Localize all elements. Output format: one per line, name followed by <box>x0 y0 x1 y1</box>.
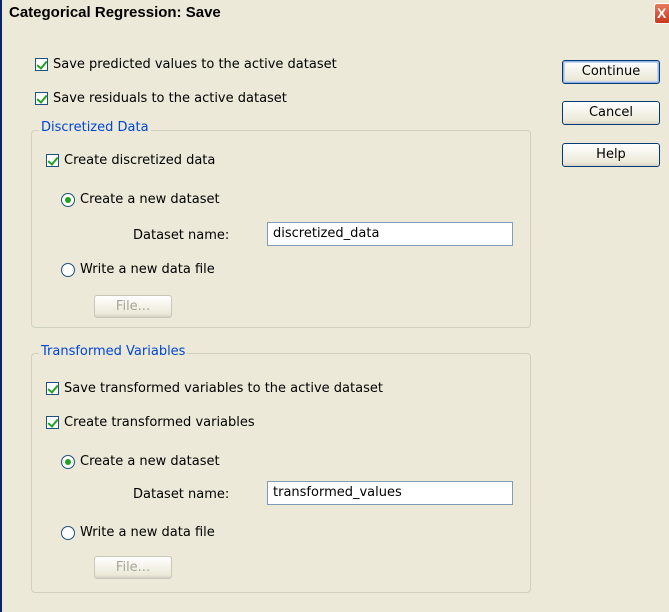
discretized-new-dataset-option[interactable]: Create a new dataset <box>61 192 220 207</box>
transformed-write-file-option[interactable]: Write a new data file <box>61 525 215 540</box>
save-transformed-label: Save transformed variables to the active… <box>64 381 383 396</box>
save-residuals-label: Save residuals to the active dataset <box>53 91 287 106</box>
title-bar[interactable]: Categorical Regression: Save X <box>2 0 669 25</box>
discretized-dataset-name-input[interactable]: discretized_data <box>267 222 513 246</box>
create-discretized-option[interactable]: Create discretized data <box>46 153 215 168</box>
save-residuals-option[interactable]: Save residuals to the active dataset <box>35 91 287 106</box>
discretized-write-file-label: Write a new data file <box>80 262 215 277</box>
discretized-write-file-option[interactable]: Write a new data file <box>61 262 215 277</box>
discretized-new-dataset-label: Create a new dataset <box>80 192 220 207</box>
transformed-file-button[interactable]: File... <box>94 556 172 579</box>
help-button[interactable]: Help <box>562 143 660 167</box>
transformed-dataset-name-input[interactable]: transformed_values <box>267 481 513 505</box>
create-discretized-checkbox[interactable] <box>46 154 59 167</box>
save-transformed-checkbox[interactable] <box>46 382 59 395</box>
dialog-window: Categorical Regression: Save X Save pred… <box>0 0 669 612</box>
dialog-title: Categorical Regression: Save <box>9 4 221 21</box>
transformed-new-dataset-option[interactable]: Create a new dataset <box>61 454 220 469</box>
save-residuals-checkbox[interactable] <box>35 92 48 105</box>
create-transformed-checkbox[interactable] <box>46 416 59 429</box>
create-transformed-label: Create transformed variables <box>64 415 255 430</box>
cancel-button[interactable]: Cancel <box>562 101 660 125</box>
save-predicted-label: Save predicted values to the active data… <box>53 57 337 72</box>
transformed-write-file-label: Write a new data file <box>80 525 215 540</box>
transformed-new-dataset-radio[interactable] <box>61 454 75 469</box>
continue-button[interactable]: Continue <box>562 60 660 84</box>
discretized-file-button[interactable]: File... <box>94 295 172 318</box>
close-icon[interactable]: X <box>654 3 669 24</box>
create-discretized-label: Create discretized data <box>64 153 216 168</box>
discretized-write-file-radio[interactable] <box>61 262 75 277</box>
save-predicted-option[interactable]: Save predicted values to the active data… <box>35 57 337 72</box>
transformed-new-dataset-label: Create a new dataset <box>80 454 220 469</box>
transformed-write-file-radio[interactable] <box>61 525 75 540</box>
save-predicted-checkbox[interactable] <box>35 58 48 71</box>
discretized-new-dataset-radio[interactable] <box>61 192 75 207</box>
discretized-data-legend: Discretized Data <box>39 120 151 135</box>
transformed-variables-legend: Transformed Variables <box>39 344 188 359</box>
discretized-dataset-name-label: Dataset name: <box>133 228 230 243</box>
create-transformed-option[interactable]: Create transformed variables <box>46 415 255 430</box>
save-transformed-option[interactable]: Save transformed variables to the active… <box>46 381 383 396</box>
transformed-dataset-name-label: Dataset name: <box>133 487 230 502</box>
